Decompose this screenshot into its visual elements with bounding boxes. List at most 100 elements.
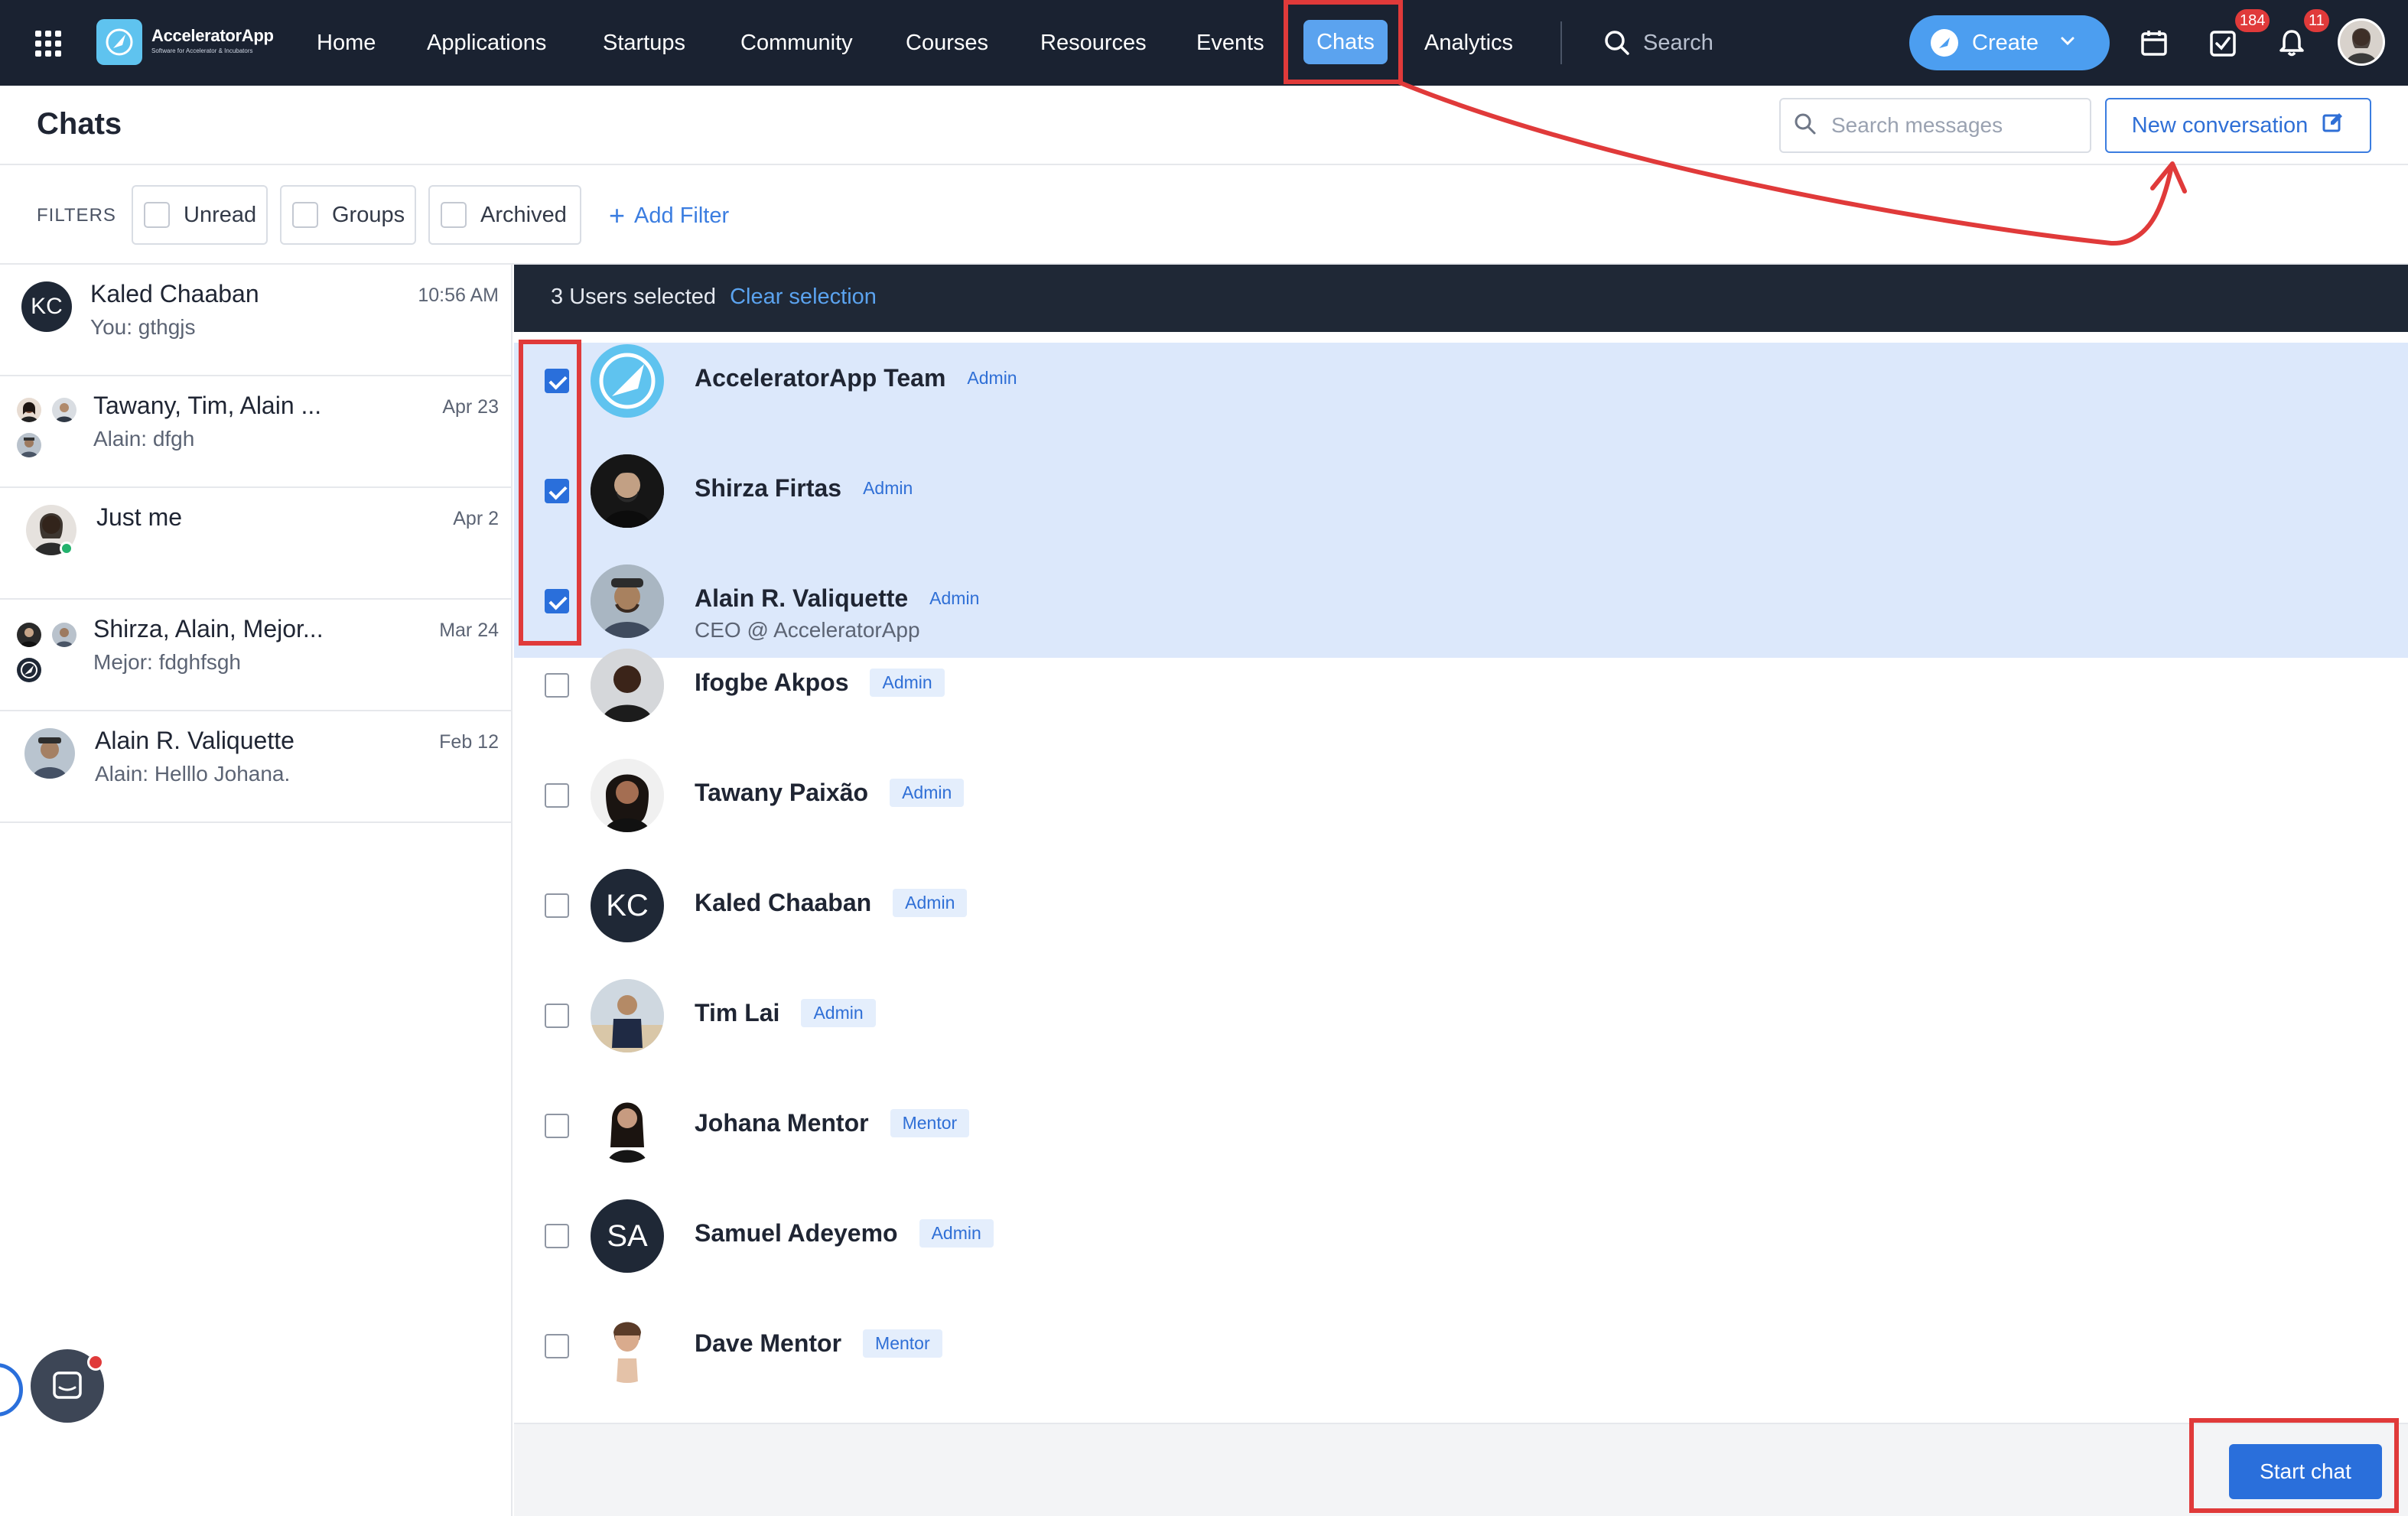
- user-name: Alain R. Valiquette: [695, 584, 909, 612]
- avatar: [17, 398, 41, 422]
- nav-events[interactable]: Events: [1196, 28, 1264, 58]
- user-name: Dave Mentor: [695, 1329, 842, 1357]
- user-row[interactable]: Tawany Paixão Admin: [514, 759, 2408, 893]
- user-row[interactable]: Tim Lai Admin: [514, 979, 2408, 1114]
- chats-page: AcceleratorApp Software for Accelerator …: [0, 0, 2408, 1516]
- search-messages-input[interactable]: [1831, 113, 2076, 138]
- tasks-icon[interactable]: [2208, 28, 2238, 58]
- avatar: [591, 1309, 664, 1383]
- user-checkbox[interactable]: [545, 1334, 569, 1358]
- create-button[interactable]: Create: [1909, 15, 2110, 70]
- user-checkbox[interactable]: [545, 893, 569, 918]
- user-name: Tawany Paixão: [695, 779, 869, 806]
- avatar: SA: [591, 1199, 664, 1273]
- filter-checkbox[interactable]: [441, 202, 467, 228]
- conversation-item[interactable]: Just me Apr 2: [0, 488, 511, 600]
- avatar: [591, 344, 664, 418]
- user-row[interactable]: Alain R. Valiquette Admin CEO @ Accelera…: [514, 563, 2408, 658]
- chevron-down-icon: [2058, 31, 2077, 56]
- avatar: [17, 433, 41, 457]
- search-icon: [1793, 112, 1817, 140]
- user-row[interactable]: AcceleratorApp Team Admin: [514, 343, 2408, 453]
- user-name: AcceleratorApp Team: [695, 364, 946, 392]
- calendar-icon[interactable]: [2139, 28, 2169, 58]
- avatar: KC: [21, 281, 72, 332]
- role-badge: Admin: [919, 1219, 994, 1248]
- nav-courses[interactable]: Courses: [906, 28, 988, 58]
- nav-divider: [1560, 21, 1562, 64]
- notifications-badge: 11: [2304, 9, 2329, 32]
- user-row[interactable]: KC Kaled Chaaban Admin: [514, 869, 2408, 1004]
- nav-analytics[interactable]: Analytics: [1424, 28, 1513, 58]
- role-badge: Admin: [870, 669, 945, 697]
- conversation-item[interactable]: Alain R. Valiquette Alain: Helllo Johana…: [0, 711, 511, 823]
- avatar: KC: [591, 869, 664, 942]
- role-badge: Mentor: [863, 1329, 942, 1358]
- tasks-badge: 184: [2235, 9, 2270, 32]
- clear-selection-link[interactable]: Clear selection: [730, 285, 877, 309]
- footer-bar: Start chat: [514, 1423, 2408, 1516]
- conversation-item[interactable]: Tawany, Tim, Alain ... Alain: dfgh Apr 2…: [0, 376, 511, 488]
- filter-groups[interactable]: Groups: [280, 185, 416, 245]
- user-subtitle: CEO @ AcceleratorApp: [695, 618, 920, 642]
- conversation-item[interactable]: Shirza, Alain, Mejor... Mejor: fdghfsgh …: [0, 600, 511, 711]
- search-messages-field[interactable]: [1779, 98, 2091, 153]
- user-name: Samuel Adeyemo: [695, 1219, 898, 1247]
- nav-resources[interactable]: Resources: [1040, 28, 1147, 58]
- user-row[interactable]: Shirza Firtas Admin: [514, 453, 2408, 563]
- selected-count: 3: [551, 285, 564, 309]
- selection-bar: 3 Users selected Clear selection: [514, 265, 2408, 332]
- plus-icon: +: [609, 200, 626, 231]
- user-checkbox[interactable]: [545, 1004, 569, 1028]
- add-filter-button[interactable]: + Add Filter: [609, 202, 729, 229]
- rocket-icon: [1931, 29, 1958, 57]
- nav-startups[interactable]: Startups: [603, 28, 685, 58]
- avatar: [591, 759, 664, 832]
- conversation-item[interactable]: KC Kaled Chaaban You: gthgjs 10:56 AM: [0, 265, 511, 376]
- new-conversation-button[interactable]: New conversation: [2105, 98, 2371, 153]
- nav-community[interactable]: Community: [740, 28, 853, 58]
- user-checkbox[interactable]: [545, 783, 569, 808]
- page-header: Chats New conversation: [0, 86, 2408, 165]
- nav-applications[interactable]: Applications: [427, 28, 546, 58]
- app-logo-text[interactable]: AcceleratorApp Software for Accelerator …: [151, 26, 274, 54]
- filter-archived[interactable]: Archived: [428, 185, 581, 245]
- filter-checkbox[interactable]: [292, 202, 318, 228]
- avatar: [52, 398, 76, 422]
- annotation-box-start-chat: [2189, 1418, 2399, 1513]
- search-icon[interactable]: [1603, 29, 1631, 60]
- avatar: [52, 623, 76, 647]
- role-badge: Mentor: [890, 1109, 970, 1137]
- user-checkbox[interactable]: [545, 1114, 569, 1138]
- user-checkbox[interactable]: [545, 1224, 569, 1248]
- annotation-box-chats: [1284, 0, 1403, 84]
- nav-home[interactable]: Home: [317, 28, 376, 58]
- top-navigation: AcceleratorApp Software for Accelerator …: [0, 0, 2408, 86]
- user-row[interactable]: Ifogbe Akpos Admin: [514, 649, 2408, 783]
- user-avatar[interactable]: [2338, 18, 2385, 66]
- filter-unread[interactable]: Unread: [132, 185, 268, 245]
- user-checkbox[interactable]: [545, 673, 569, 698]
- role-badge: Admin: [863, 478, 913, 498]
- bell-icon[interactable]: [2276, 28, 2307, 58]
- edit-icon: [2322, 111, 2345, 140]
- filter-checkbox[interactable]: [144, 202, 170, 228]
- role-badge: Admin: [890, 779, 965, 807]
- conversation-list: KC Kaled Chaaban You: gthgjs 10:56 AM Ta…: [0, 265, 513, 1516]
- user-row[interactable]: Johana Mentor Mentor: [514, 1089, 2408, 1224]
- unread-dot: [87, 1354, 104, 1371]
- selected-label: Users selected: [569, 285, 717, 309]
- avatar: [591, 979, 664, 1052]
- filters-bar: FILTERS Unread Groups Archived + Add Fil…: [0, 167, 2408, 265]
- user-name: Johana Mentor: [695, 1109, 869, 1137]
- rocket-icon: [17, 658, 41, 682]
- user-row[interactable]: SA Samuel Adeyemo Admin: [514, 1199, 2408, 1334]
- app-grid-icon[interactable]: [35, 31, 61, 57]
- role-badge: Admin: [929, 588, 980, 608]
- app-logo-icon[interactable]: [96, 19, 142, 65]
- global-search[interactable]: Search: [1643, 28, 1713, 58]
- chat-bubble-icon: [53, 1371, 82, 1399]
- user-name: Ifogbe Akpos: [695, 669, 849, 696]
- user-name: Shirza Firtas: [695, 474, 842, 502]
- page-title: Chats: [37, 107, 122, 141]
